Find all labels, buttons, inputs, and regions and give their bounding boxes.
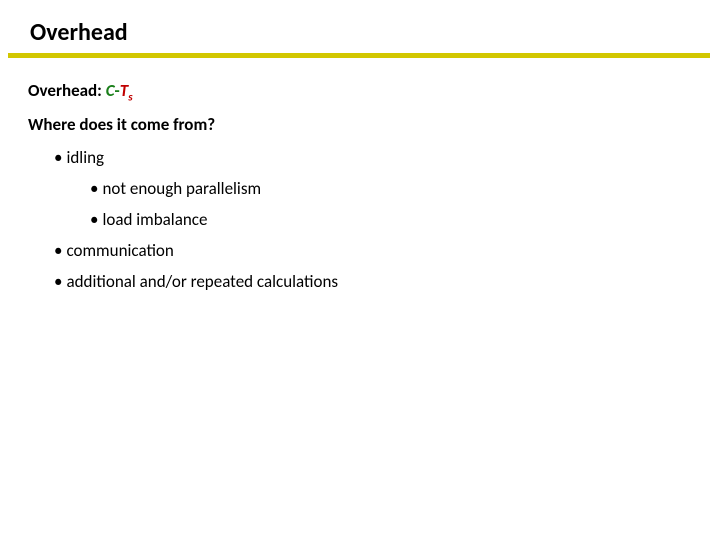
bullet-text: not enough parallelism	[102, 178, 261, 199]
title-underline	[8, 53, 710, 58]
bullet-dot-icon: •	[54, 240, 62, 261]
slide: Overhead Overhead: C-Ts Where does it co…	[0, 0, 720, 540]
bullet-text: idling	[66, 147, 104, 168]
bullet-dot-icon: •	[54, 147, 62, 168]
bullet-communication: •communication	[28, 240, 692, 261]
question-heading: Where does it come from?	[28, 114, 692, 135]
bullet-text: additional and/or repeated calculations	[66, 271, 338, 292]
overhead-formula-c: C	[106, 80, 115, 101]
overhead-formula-sub: s	[128, 90, 132, 103]
title-region: Overhead	[0, 18, 720, 58]
slide-title: Overhead	[0, 18, 720, 53]
bullet-additional-calculations: •additional and/or repeated calculations	[28, 271, 692, 292]
bullet-text: communication	[66, 240, 173, 261]
bullet-not-enough-parallelism: •not enough parallelism	[28, 178, 692, 199]
overhead-formula-t: T	[120, 80, 128, 101]
bullet-load-imbalance: •load imbalance	[28, 209, 692, 230]
bullet-dot-icon: •	[90, 209, 98, 230]
overhead-definition: Overhead: C-Ts	[28, 80, 692, 104]
bullet-text: load imbalance	[102, 209, 207, 230]
bullet-idling: •idling	[28, 147, 692, 168]
body-region: Overhead: C-Ts Where does it come from? …	[28, 80, 692, 302]
bullet-dot-icon: •	[54, 271, 62, 292]
overhead-label: Overhead:	[28, 80, 106, 101]
bullet-dot-icon: •	[90, 178, 98, 199]
